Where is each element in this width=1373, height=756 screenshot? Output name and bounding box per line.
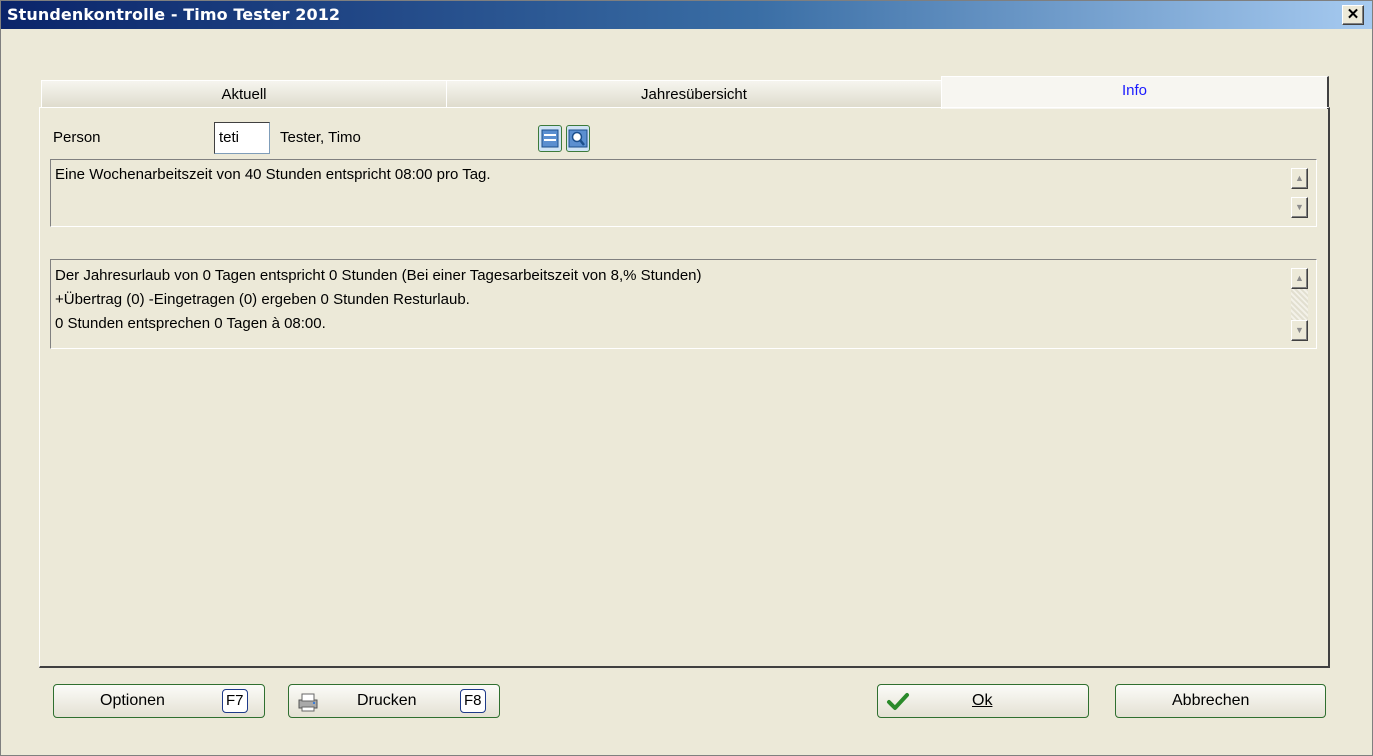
- dialog-window: Stundenkontrolle - Timo Tester 2012 ✕ Ak…: [0, 0, 1373, 756]
- vacation-text-line2: +Übertrag (0) -Eingetragen (0) ergeben 0…: [55, 291, 470, 308]
- tab-info-label: Info: [1121, 82, 1148, 99]
- title-bar: Stundenkontrolle - Timo Tester 2012 ✕: [1, 1, 1372, 29]
- person-search-button[interactable]: [566, 125, 590, 152]
- vacation-text-line1: Der Jahresurlaub von 0 Tagen entspricht …: [55, 267, 702, 284]
- scroll-up-button[interactable]: ▲: [1291, 168, 1308, 189]
- vacation-text-line3: 0 Stunden entsprechen 0 Tagen à 08:00.: [55, 315, 326, 332]
- ok-label: Ok: [972, 692, 993, 709]
- f7-key-badge: F7: [222, 689, 248, 713]
- weekly-hours-info: Eine Wochenarbeitszeit von 40 Stunden en…: [50, 159, 1317, 227]
- tab-jahresuebersicht-label: Jahresübersicht: [641, 86, 747, 103]
- close-button[interactable]: ✕: [1342, 5, 1364, 25]
- ok-button[interactable]: Ok: [877, 684, 1089, 718]
- printer-icon: [298, 693, 318, 712]
- window-title: Stundenkontrolle - Timo Tester 2012: [7, 5, 341, 24]
- tab-aktuell[interactable]: Aktuell: [41, 80, 448, 108]
- weekly-hours-scrollbar[interactable]: ▲ ▼: [1291, 168, 1308, 218]
- edit-icon: [541, 129, 559, 148]
- abbrechen-label: Abbrechen: [1172, 692, 1250, 709]
- f8-key-badge: F8: [460, 689, 486, 713]
- drucken-label: Drucken: [357, 692, 417, 709]
- person-label: Person: [53, 129, 101, 146]
- vacation-scrollbar[interactable]: ▲ ▼: [1291, 268, 1308, 344]
- close-icon: ✕: [1346, 6, 1360, 23]
- tab-aktuell-label: Aktuell: [221, 86, 267, 103]
- person-name: Tester, Timo: [280, 129, 361, 146]
- checkmark-icon: [887, 693, 909, 710]
- weekly-hours-text: Eine Wochenarbeitszeit von 40 Stunden en…: [55, 166, 491, 183]
- scroll-down-button[interactable]: ▼: [1291, 320, 1308, 341]
- tab-jahresuebersicht[interactable]: Jahresübersicht: [446, 80, 943, 108]
- person-code-input[interactable]: teti: [214, 122, 270, 154]
- person-edit-button[interactable]: [538, 125, 562, 152]
- scroll-up-button[interactable]: ▲: [1291, 268, 1308, 289]
- abbrechen-button[interactable]: Abbrechen: [1115, 684, 1326, 718]
- drucken-button[interactable]: Drucken F8: [288, 684, 500, 718]
- scroll-down-button[interactable]: ▼: [1291, 197, 1308, 218]
- search-icon: [568, 129, 588, 148]
- vacation-info: Der Jahresurlaub von 0 Tagen entspricht …: [50, 259, 1317, 349]
- scroll-track[interactable]: [1291, 289, 1308, 320]
- optionen-label: Optionen: [100, 692, 165, 709]
- optionen-button[interactable]: Optionen F7: [53, 684, 265, 718]
- tab-info[interactable]: Info: [941, 76, 1329, 109]
